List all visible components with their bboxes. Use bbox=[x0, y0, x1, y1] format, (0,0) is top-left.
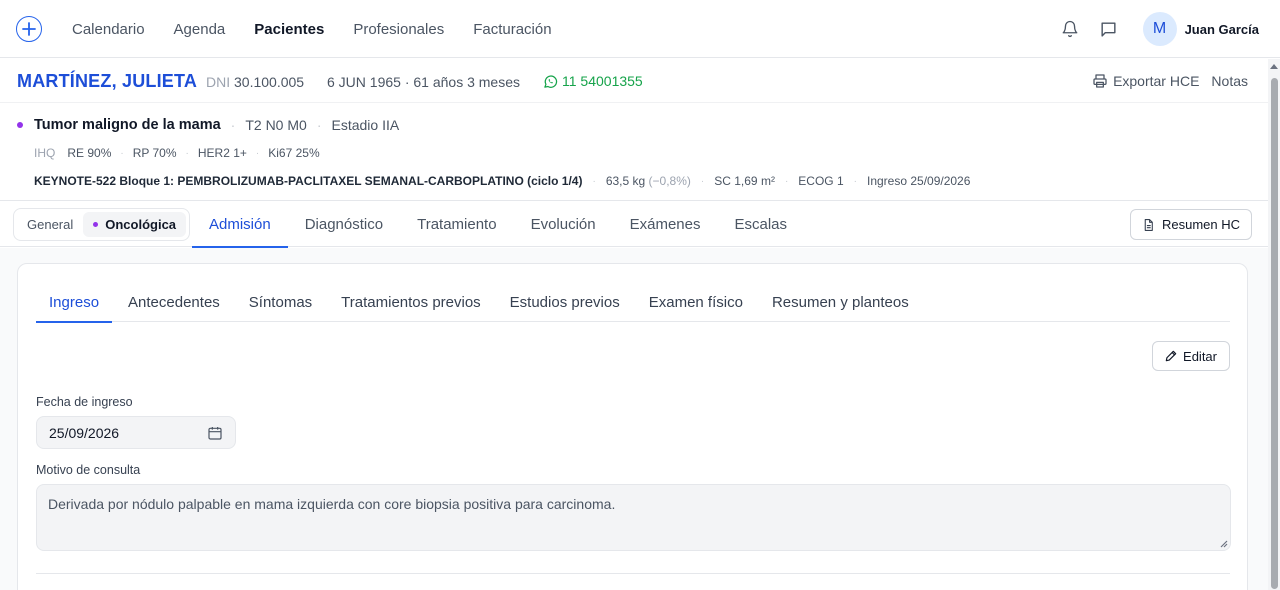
separator: · bbox=[230, 117, 236, 133]
oncology-dot bbox=[17, 122, 23, 128]
separator: · bbox=[784, 175, 789, 187]
plus-icon bbox=[22, 22, 36, 36]
nav-item-calendario[interactable]: Calendario bbox=[72, 21, 145, 38]
separator: · bbox=[853, 175, 857, 187]
ihq-re: RE 90% bbox=[67, 146, 112, 160]
oncology-dot bbox=[93, 222, 99, 227]
admission-date-field[interactable]: 25/09/2026 bbox=[36, 416, 236, 449]
patient-actions: Exportar HCE Notas bbox=[1092, 73, 1248, 89]
tab-admision[interactable]: Admisión bbox=[192, 202, 288, 248]
treatment-scheme: KEYNOTE-522 Bloque 1: PEMBROLIZUMAB-PACL… bbox=[34, 174, 583, 188]
ihq-label: IHQ bbox=[34, 146, 56, 160]
summary-hc-label: Resumen HC bbox=[1161, 217, 1240, 232]
subtab-resumen-planteos[interactable]: Resumen y planteos bbox=[759, 282, 922, 322]
edit-button[interactable]: Editar bbox=[1152, 341, 1230, 371]
reason-label: Motivo de consulta bbox=[36, 463, 141, 477]
summary-hc-button[interactable]: Resumen HC bbox=[1129, 209, 1252, 240]
scroll-up-arrow-icon[interactable] bbox=[1270, 64, 1278, 69]
date-label: Fecha de ingreso bbox=[36, 395, 133, 409]
tab-examenes[interactable]: Exámenes bbox=[613, 202, 718, 247]
separator: · bbox=[316, 117, 322, 133]
dni-value: 30.100.005 bbox=[234, 74, 305, 90]
nav-item-agenda[interactable]: Agenda bbox=[174, 21, 226, 38]
bell-icon bbox=[1062, 20, 1077, 38]
patient-header: MARTÍNEZ, JULIETA DNI 30.100.005 6 JUN 1… bbox=[0, 59, 1268, 103]
scrollbar[interactable] bbox=[1268, 59, 1280, 590]
tab-diagnostico[interactable]: Diagnóstico bbox=[288, 202, 400, 247]
subtab-sintomas[interactable]: Síntomas bbox=[236, 282, 325, 322]
separator: · bbox=[185, 147, 189, 159]
history-type-toggle: General Oncológica bbox=[13, 208, 191, 241]
calendar-icon[interactable] bbox=[207, 425, 223, 441]
document-icon bbox=[1144, 218, 1153, 231]
body-surface: SC 1,69 m² bbox=[714, 174, 775, 188]
scroll-thumb[interactable] bbox=[1271, 78, 1278, 589]
subtab-estudios-previos[interactable]: Estudios previos bbox=[497, 282, 633, 322]
weight-change: (−0,8%) bbox=[648, 174, 691, 188]
add-button[interactable] bbox=[16, 16, 42, 42]
tab-tratamiento[interactable]: Tratamiento bbox=[400, 202, 513, 247]
printer-icon bbox=[1093, 74, 1107, 88]
nav-item-pacientes[interactable]: Pacientes bbox=[254, 21, 324, 38]
toggle-oncologica-label: Oncológica bbox=[105, 217, 177, 232]
whatsapp-icon bbox=[544, 74, 558, 88]
subtab-examen-fisico[interactable]: Examen físico bbox=[636, 282, 756, 322]
main-tabs: Admisión Diagnóstico Tratamiento Evoluci… bbox=[192, 202, 805, 248]
notifications-button[interactable] bbox=[1059, 18, 1081, 40]
separator: · bbox=[592, 175, 596, 187]
patient-weight: 63,5 kg bbox=[605, 174, 646, 188]
export-hce-label: Exportar HCE bbox=[1113, 73, 1200, 89]
separator: · bbox=[700, 175, 705, 187]
admission-card: Ingreso Antecedentes Síntomas Tratamient… bbox=[17, 263, 1248, 590]
user-name[interactable]: Juan García bbox=[1185, 22, 1259, 37]
resize-grip-icon[interactable] bbox=[1219, 539, 1228, 548]
diagnosis-stage: Estadio IIA bbox=[331, 117, 400, 133]
toggle-oncologica[interactable]: Oncológica bbox=[83, 212, 187, 237]
subtab-tratamientos-previos[interactable]: Tratamientos previos bbox=[328, 282, 494, 322]
separator: · bbox=[120, 147, 124, 159]
section-divider bbox=[36, 573, 1230, 574]
pencil-icon bbox=[1165, 350, 1177, 362]
ihq-her2: HER2 1+ bbox=[197, 146, 247, 160]
section-bar: General Oncológica Admisión Diagnóstico … bbox=[0, 202, 1268, 248]
chat-icon bbox=[1101, 21, 1116, 37]
reason-text: Derivada por nódulo palpable en mama izq… bbox=[48, 496, 616, 512]
treatment-line: KEYNOTE-522 Bloque 1: PEMBROLIZUMAB-PACL… bbox=[34, 174, 970, 188]
diagnosis-summary: Tumor maligno de la mama · T2 N0 M0 · Es… bbox=[0, 104, 1268, 201]
avatar[interactable]: M bbox=[1142, 12, 1177, 46]
export-hce-button[interactable]: Exportar HCE bbox=[1092, 73, 1199, 89]
patient-birth: 6 JUN 1965 · 61 años 3 meses bbox=[327, 74, 520, 90]
edit-label: Editar bbox=[1183, 348, 1217, 364]
nav-menu: Calendario Agenda Pacientes Profesionale… bbox=[72, 0, 581, 58]
reason-textarea[interactable]: Derivada por nódulo palpable en mama izq… bbox=[36, 484, 1231, 551]
ihq-line: IHQ RE 90% · RP 70% · HER2 1+ · Ki67 25% bbox=[34, 146, 320, 160]
patient-dni: DNI 30.100.005 bbox=[206, 74, 304, 90]
ecog-score: ECOG 1 bbox=[798, 174, 844, 188]
patient-phone[interactable]: 11 54001355 bbox=[543, 73, 643, 89]
nav-item-profesionales[interactable]: Profesionales bbox=[353, 21, 444, 38]
subtab-ingreso[interactable]: Ingreso bbox=[36, 282, 113, 323]
nav-item-facturacion[interactable]: Facturación bbox=[473, 21, 551, 38]
notes-button[interactable]: Notas bbox=[1211, 73, 1248, 89]
patient-name: MARTÍNEZ, JULIETA bbox=[17, 71, 198, 91]
diagnosis-line: Tumor maligno de la mama · T2 N0 M0 · Es… bbox=[17, 117, 399, 133]
diagnosis-title: Tumor maligno de la mama bbox=[34, 117, 221, 133]
messages-button[interactable] bbox=[1098, 18, 1120, 40]
subtab-antecedentes[interactable]: Antecedentes bbox=[115, 282, 233, 322]
ihq-ki67: Ki67 25% bbox=[268, 146, 320, 160]
ihq-rp: RP 70% bbox=[132, 146, 177, 160]
diagnosis-tnm: T2 N0 M0 bbox=[245, 117, 307, 133]
top-navigation: Calendario Agenda Pacientes Profesionale… bbox=[0, 0, 1280, 58]
admission-date-summary: Ingreso 25/09/2026 bbox=[866, 174, 971, 188]
tab-escalas[interactable]: Escalas bbox=[718, 202, 805, 247]
tab-evolucion[interactable]: Evolución bbox=[514, 202, 613, 247]
topnav-right: M Juan García bbox=[1059, 0, 1259, 58]
separator: · bbox=[255, 147, 260, 159]
admission-date-value: 25/09/2026 bbox=[49, 424, 120, 441]
admission-subtabs: Ingreso Antecedentes Síntomas Tratamient… bbox=[36, 282, 1230, 323]
toggle-general[interactable]: General bbox=[17, 212, 83, 237]
phone-number: 11 54001355 bbox=[562, 73, 643, 89]
dni-label: DNI bbox=[206, 74, 231, 90]
